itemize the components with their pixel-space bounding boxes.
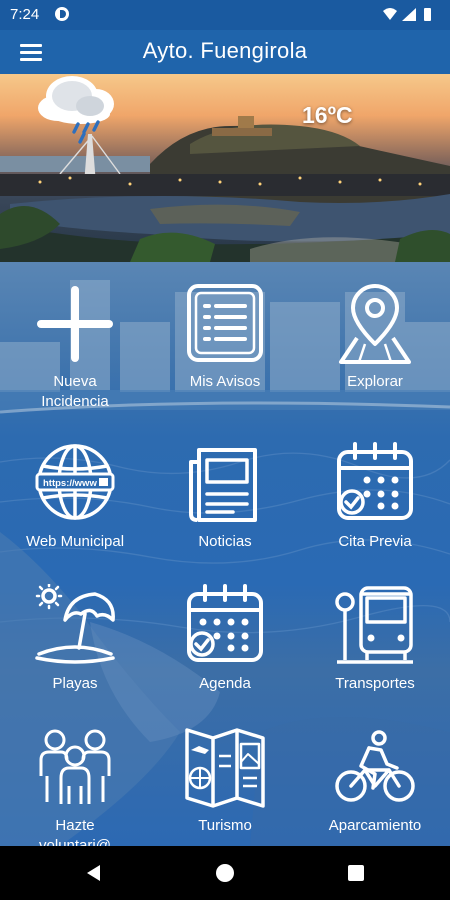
tile-agenda[interactable]: Agenda (150, 564, 300, 714)
tile-label: Agenda (199, 675, 251, 692)
tile-label: Cita Previa (338, 533, 412, 550)
tile-label: Nueva Incidencia (41, 373, 109, 410)
tile-transportes[interactable]: Transportes (300, 564, 450, 714)
tile-cita-previa[interactable]: Cita Previa (300, 422, 450, 572)
system-nav-bar (0, 846, 450, 900)
list-icon (187, 284, 263, 362)
tile-label: Hazte voluntari@ (39, 817, 111, 846)
tile-label: Turismo (198, 817, 252, 834)
volunteers-icon (39, 729, 111, 804)
tile-web-municipal[interactable]: https://www Web Municipal (0, 422, 150, 572)
tile-hazte-voluntario[interactable]: Hazte voluntari@ (0, 706, 150, 846)
bus-stop-icon (335, 586, 413, 664)
status-bar: 7:24 (0, 0, 450, 30)
notification-icon (55, 7, 69, 21)
tile-label: Explorar (347, 373, 403, 390)
app-title: Ayto. Fuengirola (142, 38, 308, 63)
wifi-icon (383, 8, 397, 20)
plus-icon (37, 286, 113, 362)
recents-square-icon[interactable] (346, 863, 366, 883)
tile-label: Aparcamiento (328, 817, 422, 834)
tile-label: Web Municipal (25, 533, 125, 550)
battery-icon (424, 8, 431, 21)
tile-explorar[interactable]: Explorar (300, 262, 450, 412)
calendar-check-icon (337, 442, 413, 520)
beach-umbrella-icon (35, 584, 115, 664)
agenda-calendar-icon (187, 584, 263, 662)
app-bar: Ayto. Fuengirola (0, 30, 450, 74)
signal-icon (402, 8, 416, 21)
globe-icon: https://www (35, 444, 115, 520)
map-pin-icon (339, 284, 411, 364)
tourism-brochure-icon (185, 728, 265, 808)
tile-label: Noticias (198, 533, 252, 550)
system-status-icons (383, 8, 431, 21)
back-triangle-icon[interactable] (84, 863, 104, 883)
tile-label: Mis Avisos (189, 373, 261, 390)
temperature-label: 16ºC (302, 102, 353, 128)
tile-nueva-incidencia[interactable]: Nueva Incidencia (0, 262, 150, 412)
tile-turismo[interactable]: Turismo (150, 706, 300, 846)
main-menu-grid: Nueva Incidencia Mis Avisos Explorar htt… (0, 262, 450, 846)
tile-label: Playas (52, 675, 98, 692)
tile-label: Transportes (335, 675, 415, 692)
tile-aparcamiento[interactable]: Aparcamiento (300, 706, 450, 846)
tile-playas[interactable]: Playas (0, 564, 150, 714)
tile-mis-avisos[interactable]: Mis Avisos (150, 262, 300, 412)
rain-cloud-icon (38, 76, 114, 144)
status-time: 7:24 (10, 6, 40, 23)
svg-text:https://www: https://www (43, 478, 97, 489)
tile-noticias[interactable]: Noticias (150, 422, 300, 572)
newspaper-icon (189, 448, 257, 522)
bicycle-icon (335, 730, 415, 802)
header-photo: 16ºC (0, 74, 450, 262)
home-circle-icon[interactable] (215, 863, 235, 883)
